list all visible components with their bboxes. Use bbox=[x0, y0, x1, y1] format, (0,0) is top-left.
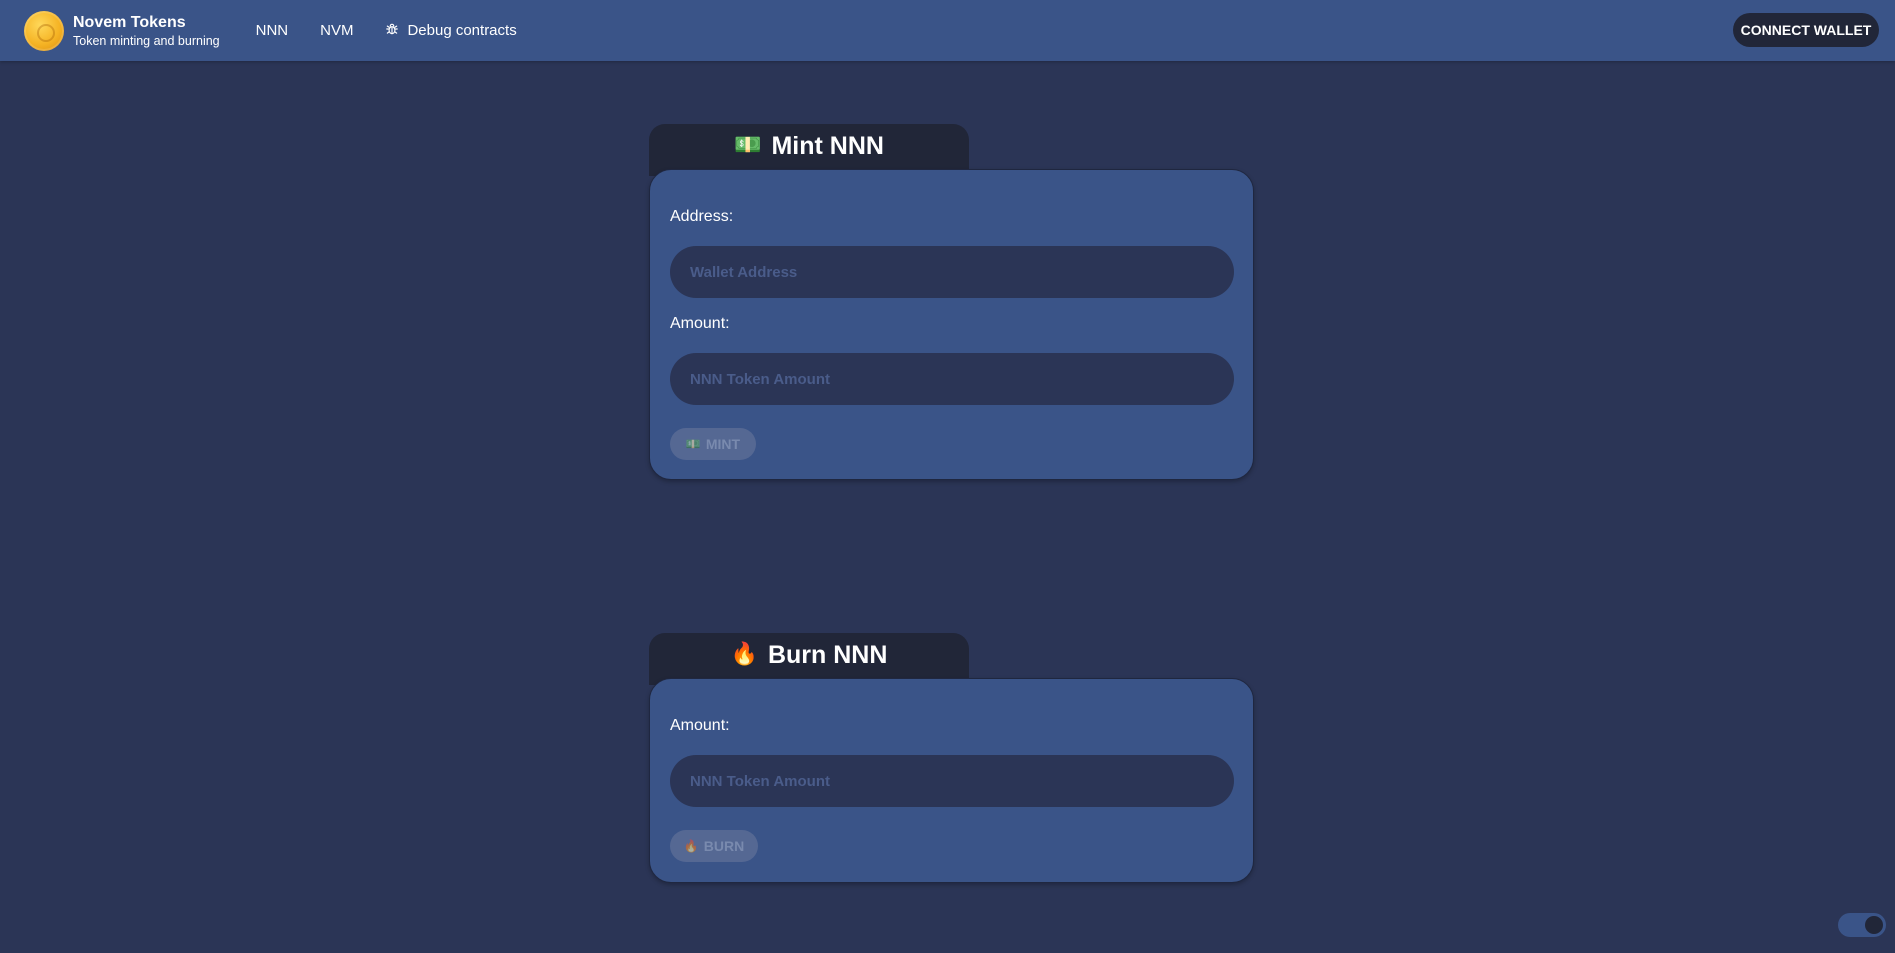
money-icon: 💵 bbox=[734, 132, 762, 157]
theme-toggle-switch[interactable] bbox=[1838, 913, 1886, 937]
nav-link-nnn[interactable]: NNN bbox=[240, 14, 305, 47]
connect-wallet-button[interactable]: CONNECT WALLET bbox=[1733, 13, 1879, 47]
mint-amount-input[interactable] bbox=[670, 353, 1234, 405]
nav-link-debug-label: Debug contracts bbox=[407, 22, 517, 39]
fire-icon: 🔥 bbox=[683, 839, 699, 853]
money-icon: 💵 bbox=[685, 437, 701, 451]
brand-subtitle: Token minting and burning bbox=[73, 33, 220, 48]
mint-button-label: MINT bbox=[705, 436, 741, 452]
fire-icon: 🔥 bbox=[730, 641, 758, 666]
bug-icon bbox=[385, 22, 399, 39]
burn-button[interactable]: 🔥 BURN bbox=[670, 830, 758, 862]
mint-title: Mint NNN bbox=[771, 132, 884, 160]
address-label: Address: bbox=[670, 208, 734, 225]
mint-button[interactable]: 💵 MINT bbox=[670, 428, 756, 460]
nav-links: NNN NVM Debug contracts bbox=[240, 14, 533, 47]
brand-title: Novem Tokens bbox=[73, 13, 186, 31]
burn-title: Burn NNN bbox=[767, 641, 888, 669]
top-navbar: Novem Tokens Token minting and burning N… bbox=[0, 0, 1895, 61]
mint-section: 💵 Mint NNN Address: Amount: 💵 MINT bbox=[649, 124, 1254, 482]
coin-logo-icon bbox=[24, 10, 64, 51]
nav-link-nvm[interactable]: NVM bbox=[304, 14, 369, 47]
mint-card: Address: Amount: 💵 MINT bbox=[649, 169, 1254, 480]
nav-link-debug-contracts[interactable]: Debug contracts bbox=[369, 14, 532, 47]
mint-amount-label: Amount: bbox=[670, 315, 730, 332]
burn-amount-input[interactable] bbox=[670, 755, 1234, 807]
brand-link[interactable]: Novem Tokens Token minting and burning bbox=[24, 10, 220, 51]
burn-button-label: BURN bbox=[703, 838, 745, 854]
theme-toggle-knob bbox=[1865, 916, 1883, 934]
burn-amount-label: Amount: bbox=[670, 717, 730, 734]
brand-text: Novem Tokens Token minting and burning bbox=[73, 13, 220, 49]
burn-section: 🔥 Burn NNN Amount: 🔥 BURN bbox=[649, 633, 1254, 885]
burn-card: Amount: 🔥 BURN bbox=[649, 678, 1254, 883]
wallet-address-input[interactable] bbox=[670, 246, 1234, 298]
